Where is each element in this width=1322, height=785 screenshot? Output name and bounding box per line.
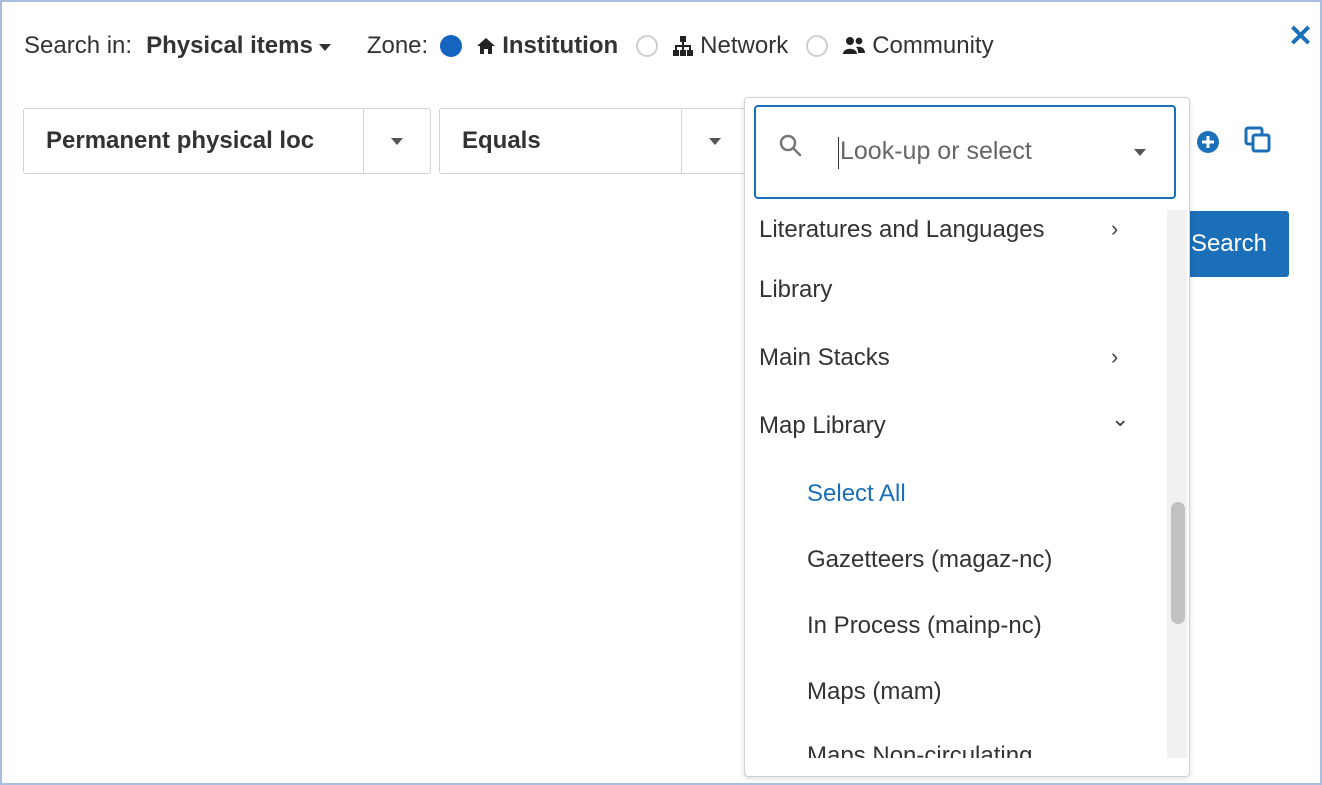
zone-label: Zone:	[366, 32, 429, 59]
caret-down-icon	[391, 137, 403, 145]
caret-down-icon[interactable]	[1134, 149, 1146, 156]
location-lookup-input[interactable]: Look-up or select	[754, 105, 1176, 199]
zone-institution-label: Institution	[502, 32, 619, 59]
operator-select[interactable]: Equals	[439, 108, 749, 174]
list-item-in-process[interactable]: In Process (mainp-nc)	[807, 612, 1042, 640]
list-item-label: Select All	[807, 480, 906, 507]
operator-select-toggle[interactable]	[681, 109, 748, 173]
zone-network-label: Network	[700, 32, 789, 59]
caret-down-icon	[318, 43, 331, 51]
chevron-right-icon[interactable]: ›	[1111, 216, 1118, 242]
text-cursor	[838, 137, 839, 169]
list-item-main-stacks[interactable]: Main Stacks	[759, 344, 890, 372]
search-icon	[778, 133, 804, 164]
community-icon	[842, 36, 866, 56]
search-button-label: Search	[1190, 230, 1267, 257]
list-item-label: In Process (mainp-nc)	[807, 612, 1042, 639]
search-scope-dropdown[interactable]: Physical items	[146, 32, 331, 60]
list-item-maps[interactable]: Maps (mam)	[807, 678, 942, 706]
zone-institution-option[interactable]: Institution	[476, 32, 618, 60]
scrollbar-thumb[interactable]	[1171, 502, 1185, 624]
list-item-label: Literatures and Languages	[759, 216, 1045, 243]
list-item-label: Main Stacks	[759, 344, 890, 371]
zone-community-label: Community	[872, 32, 994, 59]
list-item-label: Map Library	[759, 412, 886, 439]
duplicate-icon[interactable]	[1244, 126, 1272, 159]
location-list: Literatures and Languages › Library Main…	[745, 210, 1165, 758]
chevron-right-icon[interactable]: ›	[1111, 344, 1118, 370]
network-icon	[672, 35, 694, 57]
operator-select-value: Equals	[462, 127, 541, 154]
home-icon	[476, 36, 496, 56]
field-select-toggle[interactable]	[363, 109, 430, 173]
list-item-literatures[interactable]: Literatures and Languages	[759, 216, 1045, 244]
zone-institution-radio[interactable]	[440, 35, 463, 57]
add-condition-icon[interactable]	[1196, 130, 1220, 159]
list-item-map-library[interactable]: Map Library	[759, 412, 886, 440]
list-item-label: Gazetteers (magaz-nc)	[807, 546, 1053, 573]
lookup-placeholder: Look-up or select	[840, 137, 1032, 165]
advanced-search-panel: Search in: Physical items Zone: Institut…	[0, 0, 1322, 785]
caret-down-icon	[709, 137, 721, 145]
search-scope-value: Physical items	[146, 32, 313, 59]
list-item-library[interactable]: Library	[759, 276, 832, 304]
list-item-select-all[interactable]: Select All	[807, 480, 906, 508]
zone-network-radio[interactable]	[636, 35, 659, 57]
list-item-label: Maps (mam)	[807, 678, 942, 705]
location-dropdown: Literatures and Languages › Library Main…	[744, 97, 1190, 777]
close-icon[interactable]: ✕	[1288, 22, 1313, 52]
zone-community-option[interactable]: Community	[842, 32, 994, 60]
zone-network-option[interactable]: Network	[672, 32, 788, 60]
list-item-label: Library	[759, 276, 833, 303]
list-item-gazetteers[interactable]: Gazetteers (magaz-nc)	[807, 546, 1052, 574]
zone-community-radio[interactable]	[806, 35, 829, 57]
search-in-label: Search in:	[24, 32, 133, 59]
search-header: Search in: Physical items Zone: Institut…	[24, 28, 1012, 64]
chevron-down-icon[interactable]: ⌄	[1111, 406, 1129, 432]
list-item-label: Maps Non-circulating	[807, 742, 1033, 758]
field-select-value: Permanent physical loc	[46, 127, 315, 154]
list-item-maps-non-circulating[interactable]: Maps Non-circulating	[807, 742, 1032, 758]
field-select[interactable]: Permanent physical loc	[23, 108, 431, 174]
dropdown-scrollbar[interactable]	[1167, 210, 1187, 758]
